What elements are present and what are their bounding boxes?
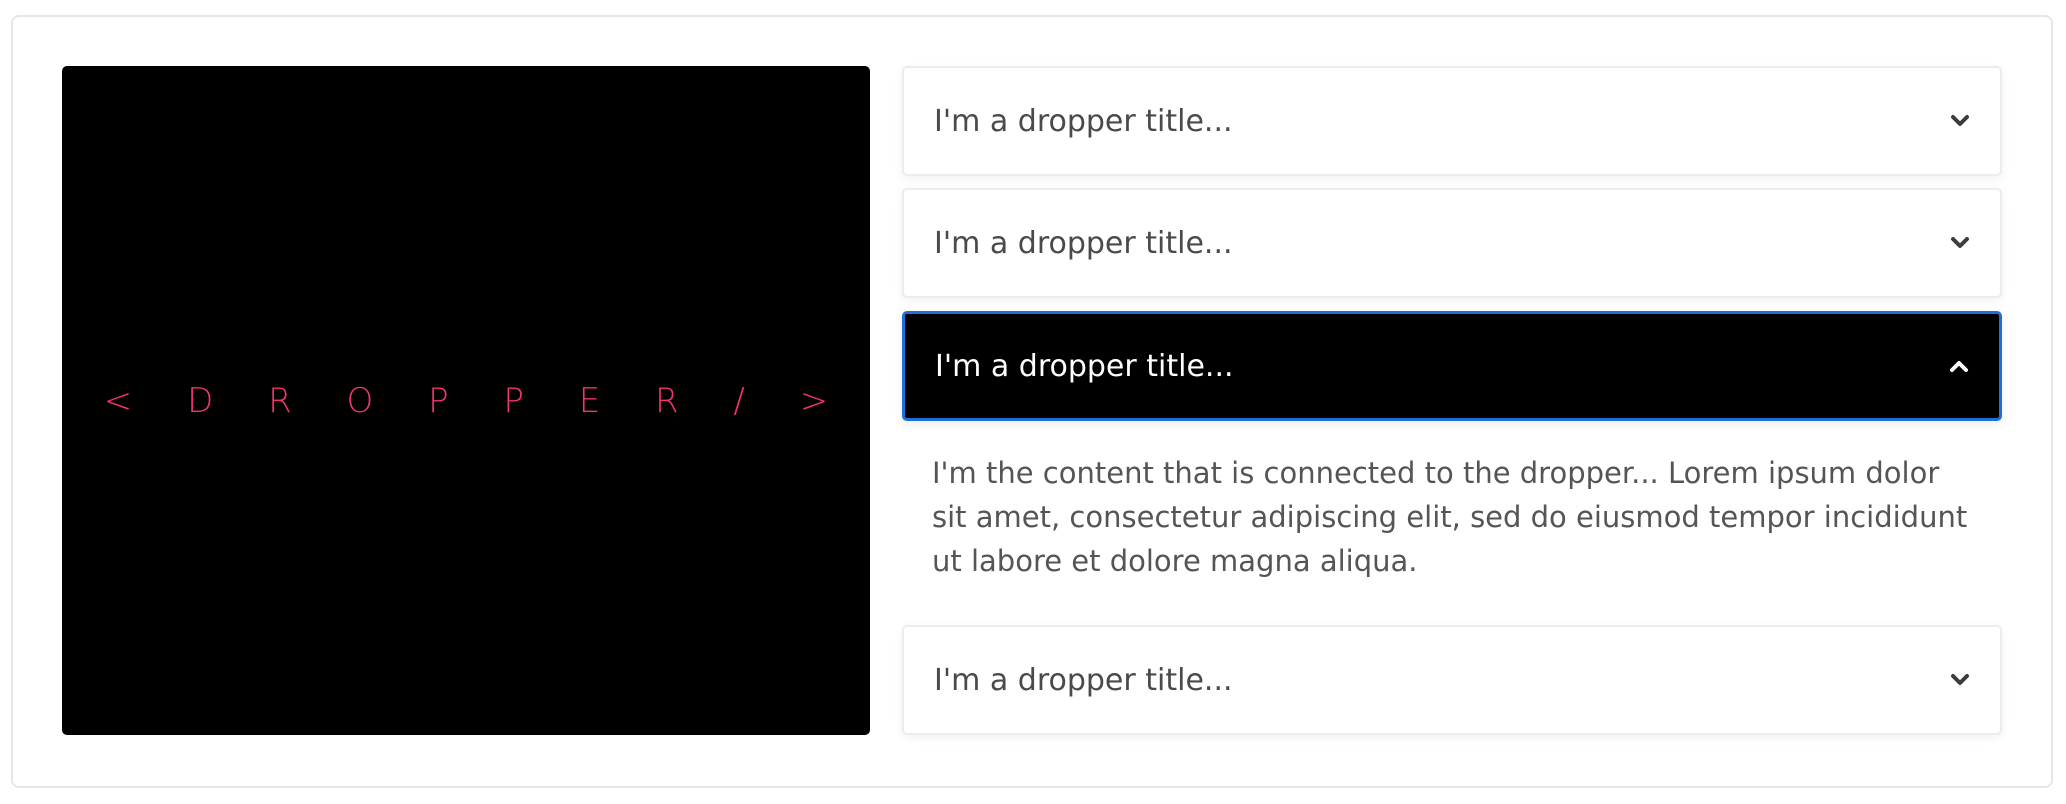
dropper-header-3-active[interactable]: I'm a dropper title... [902, 311, 2002, 421]
dropper-title: I'm a dropper title... [935, 348, 1234, 384]
dropper-header-4[interactable]: I'm a dropper title... [902, 625, 2002, 735]
dropper-logo-text: < D R O P P E R / > [103, 380, 851, 421]
dropper-title: I'm a dropper title... [934, 662, 1233, 698]
dropper-header-1[interactable]: I'm a dropper title... [902, 66, 2002, 176]
dropper-content: I'm the content that is connected to the… [932, 456, 1968, 578]
dropper-title: I'm a dropper title... [934, 103, 1233, 139]
chevron-down-icon [1948, 231, 1972, 255]
chevron-up-icon [1947, 354, 1971, 378]
chevron-down-icon [1948, 668, 1972, 692]
chevron-down-icon [1948, 109, 1972, 133]
dropper-title: I'm a dropper title... [934, 225, 1233, 261]
dropper-header-2[interactable]: I'm a dropper title... [902, 188, 2002, 298]
dropper-hero-panel: < D R O P P E R / > [62, 66, 870, 735]
